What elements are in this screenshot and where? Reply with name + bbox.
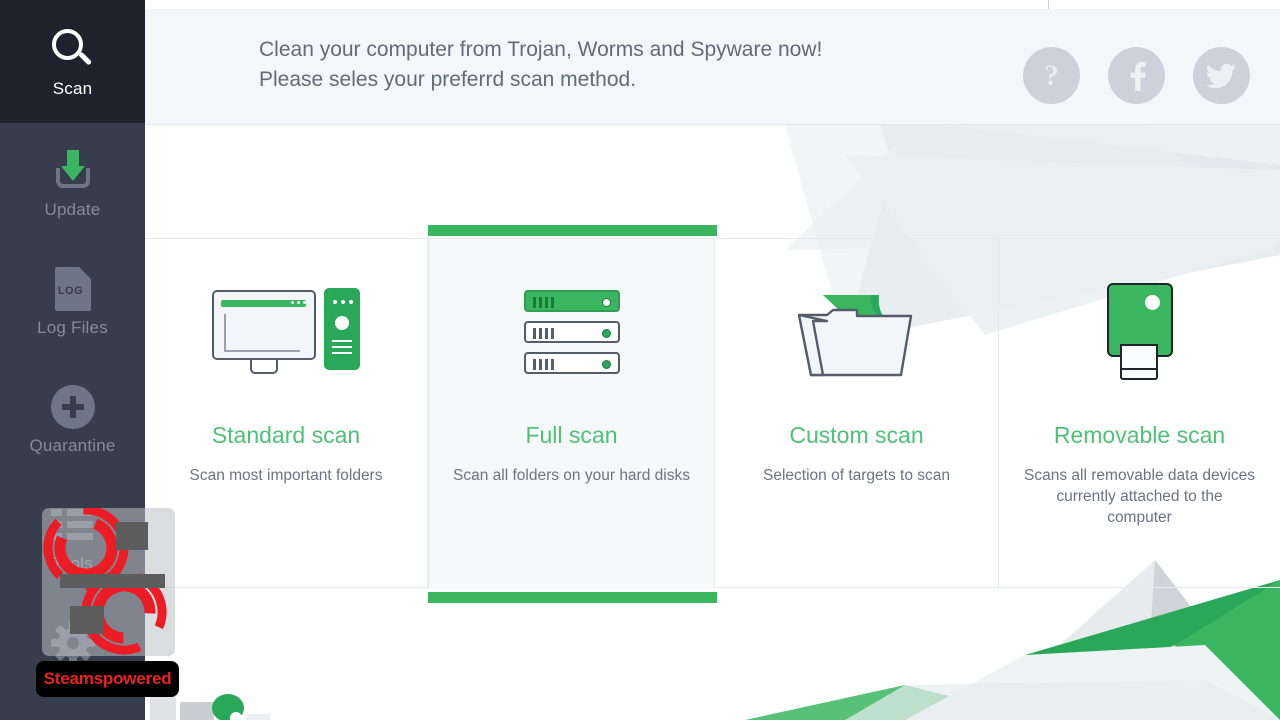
log-icon-text: LOG — [57, 284, 84, 297]
usb-stick-icon — [999, 239, 1280, 424]
scan-option-desc: Scan most important folders — [189, 467, 383, 484]
help-icon[interactable]: ? — [1023, 47, 1080, 104]
sidebar-item-update[interactable]: Update — [0, 123, 145, 241]
scan-option-desc: Scans all removable data devices current… — [1024, 467, 1255, 526]
log-file-icon: LOG — [54, 265, 91, 313]
scan-option-title: Full scan — [525, 422, 618, 448]
scan-option-title: Removable scan — [1053, 422, 1226, 448]
facebook-glyph — [1130, 61, 1146, 91]
desktop-computer-icon — [145, 239, 427, 424]
selected-indicator-top — [428, 225, 717, 236]
scan-options-row: Standard scan Scan most important folder… — [145, 225, 1280, 603]
scan-option-title: Custom scan — [789, 422, 924, 448]
list-icon — [50, 501, 95, 549]
sidebar-label-quarantine: Quarantine — [29, 435, 116, 455]
scan-option-standard[interactable]: Standard scan Scan most important folder… — [145, 239, 428, 589]
header-actions: ? — [1023, 47, 1250, 104]
scan-option-title: Standard scan — [211, 422, 361, 448]
facebook-icon[interactable] — [1108, 47, 1165, 104]
sidebar-item-log-files[interactable]: LOG Log Files — [0, 241, 145, 359]
open-folder-icon — [715, 239, 998, 424]
sidebar-nav: Scan Update LOG Log Files Quarantine Too… — [0, 0, 145, 720]
header-line-2: Please seles your preferrd scan method. — [259, 68, 637, 91]
gear-icon — [50, 619, 95, 667]
magnifier-icon — [51, 26, 94, 74]
twitter-icon[interactable] — [1193, 47, 1250, 104]
selected-indicator-bottom — [428, 592, 717, 603]
twitter-glyph — [1206, 63, 1236, 88]
download-arrow-icon — [50, 147, 96, 195]
chrome-divider — [1048, 0, 1049, 9]
scan-option-desc: Scan all folders on your hard disks — [453, 467, 690, 484]
page-header: Clean your computer from Trojan, Worms a… — [145, 9, 1280, 125]
scan-option-full[interactable]: Full scan Scan all folders on your hard … — [428, 225, 717, 603]
scan-option-desc: Selection of targets to scan — [763, 467, 950, 484]
antivirus-app-window: Scan Update LOG Log Files Quarantine Too… — [0, 0, 1280, 720]
header-message: Clean your computer from Trojan, Worms a… — [259, 35, 822, 95]
server-rack-icon — [429, 239, 714, 424]
sidebar-item-tools[interactable]: Tools — [0, 477, 145, 595]
sidebar-label-log-files: Log Files — [37, 317, 108, 337]
help-glyph: ? — [1044, 58, 1059, 92]
window-chrome-strip — [145, 0, 1280, 9]
sidebar-label-tools: Tools — [52, 553, 93, 573]
scan-option-removable[interactable]: Removable scan Scans all removable data … — [999, 239, 1280, 589]
watermark-badge: Steamspowered — [36, 661, 179, 697]
sidebar-item-scan[interactable]: Scan — [0, 0, 145, 123]
sidebar-label-update: Update — [44, 199, 101, 219]
header-line-1: Clean your computer from Trojan, Worms a… — [259, 38, 823, 61]
plus-circle-icon — [50, 383, 95, 431]
watermark-label: Steamspowered — [43, 669, 172, 688]
sidebar-item-quarantine[interactable]: Quarantine — [0, 359, 145, 477]
scan-option-custom[interactable]: Custom scan Selection of targets to scan — [715, 239, 999, 589]
sidebar-label-scan: Scan — [52, 79, 93, 98]
